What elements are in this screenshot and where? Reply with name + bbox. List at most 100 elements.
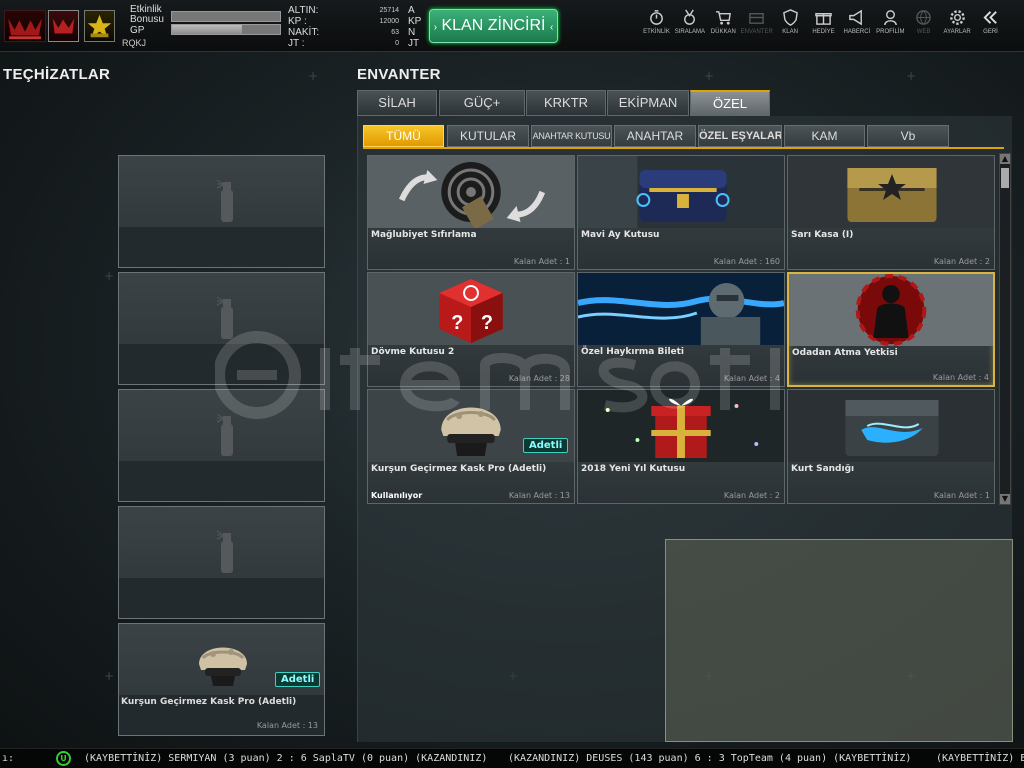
inventory-item-card[interactable]: Mavi Ay Kutusu Kalan Adet : 160 xyxy=(577,155,785,270)
helmet-icon xyxy=(199,647,247,686)
item-art xyxy=(368,156,574,228)
tab-sub[interactable]: KUTULAR xyxy=(447,125,529,147)
nav-back[interactable]: GERİ xyxy=(974,9,1007,35)
scroll-down-icon[interactable]: ▼ xyxy=(1000,494,1010,504)
tab-main[interactable]: EKİPMAN xyxy=(607,90,689,116)
nav-gift[interactable]: HEDİYE xyxy=(807,9,840,35)
ticker-segment: (KAZANDINIZ) DEUSES (143 puan) 6 : 3 Top… xyxy=(508,753,912,764)
nav-label: ETKİNLİK xyxy=(643,29,670,35)
slot-footer xyxy=(119,578,324,618)
equipment-slot-helmet[interactable]: Adetli Kurşun Geçirmez Kask Pro (Adetli)… xyxy=(118,623,325,736)
tab-main[interactable]: ÖZEL xyxy=(690,90,770,116)
nav-medal[interactable]: SIRALAMA xyxy=(673,9,706,35)
item-name: Sarı Kasa (I) xyxy=(791,230,854,240)
inventory-item-card[interactable]: Mağlubiyet Sıfırlama Kalan Adet : 1 xyxy=(367,155,575,270)
tab-main[interactable]: SİLAH xyxy=(357,90,437,116)
equipment-slot-empty[interactable] xyxy=(118,506,325,619)
item-art: ?? xyxy=(368,273,574,345)
nav-chest[interactable]: ENVANTER xyxy=(740,9,773,35)
scroll-thumb[interactable] xyxy=(1001,168,1009,188)
kick-icon xyxy=(789,274,993,346)
ticker-segment: (KAYBETTİNİZ) SERMIYAN (3 puan) 2 : 6 Sa… xyxy=(84,753,488,764)
nav-label: GERİ xyxy=(983,29,998,35)
decor-plus-icon: + xyxy=(104,669,115,683)
item-name: 2018 Yeni Yıl Kutusu xyxy=(581,464,686,474)
equipment-title: TEÇHİZATLAR xyxy=(3,66,111,83)
currency-row: ALTIN: 25714 A xyxy=(288,5,415,16)
klan-zinciri-button[interactable]: › KLAN ZİNCİRİ ‹ xyxy=(429,9,558,43)
tab-main[interactable]: GÜÇ+ xyxy=(439,90,525,116)
nav-label: HEDİYE xyxy=(812,29,835,35)
tab-main[interactable]: KRKTR xyxy=(526,90,606,116)
inventory-item-card[interactable]: Kurşun Geçirmez Kask Pro (Adetli) Kalan A… xyxy=(367,389,575,504)
tab-sub[interactable]: ANAHTAR xyxy=(614,125,696,147)
inventory-item-card[interactable]: Kurt Sandığı Kalan Adet : 1 xyxy=(787,389,995,504)
gear-icon xyxy=(949,10,965,25)
nav-megaphone[interactable]: HABERCİ xyxy=(840,9,873,35)
clan-logo[interactable] xyxy=(4,10,46,42)
nav-label: ENVANTER xyxy=(740,29,773,35)
tab-sub[interactable]: ÖZEL EŞYALAR xyxy=(698,125,782,147)
item-name: Mavi Ay Kutusu xyxy=(581,230,660,240)
red-cube-icon: ?? xyxy=(368,273,574,345)
nav-gear[interactable]: AYARLAR xyxy=(941,9,974,35)
tab-sub[interactable]: ANAHTAR KUTUSU xyxy=(531,125,612,147)
rank-insignia-icon[interactable] xyxy=(84,10,115,42)
inventory-item-card[interactable]: Odadan Atma Yetkisi Kalan Adet : 4 xyxy=(787,272,995,387)
spray-can-icon xyxy=(216,413,233,456)
inventory-item-card[interactable]: 2018 Yeni Yıl Kutusu Kalan Adet : 2 xyxy=(577,389,785,504)
scroll-up-icon[interactable]: ▲ xyxy=(1000,154,1010,164)
globe-icon xyxy=(916,10,932,25)
inventory-item-card[interactable]: Sarı Kasa (I) Kalan Adet : 2 xyxy=(787,155,995,270)
soldier-icon xyxy=(578,273,784,345)
chevron-left-icon: ‹ xyxy=(549,22,554,33)
match-ticker: ı: U (KAYBETTİNİZ) SERMIYAN (3 puan) 2 :… xyxy=(0,748,1024,768)
nav-shield[interactable]: KLAN xyxy=(774,9,807,35)
nav-globe[interactable]: WEB xyxy=(907,9,940,35)
item-count: Kalan Adet : 2 xyxy=(933,257,990,266)
svg-text:?: ? xyxy=(481,312,493,334)
back-icon xyxy=(983,11,997,24)
item-art xyxy=(578,390,784,462)
nav-label: DÜKKAN xyxy=(710,29,736,35)
nav-cart[interactable]: DÜKKAN xyxy=(707,9,740,35)
inventory-scrollbar[interactable]: ▲ ▼ xyxy=(999,153,1011,505)
inventory-item-card[interactable]: Özel Haykırma Bileti Kalan Adet : 4 xyxy=(577,272,785,387)
item-art xyxy=(578,156,784,228)
decor-plus-icon: + xyxy=(104,269,115,283)
nav-user[interactable]: PROFİLİM xyxy=(874,9,907,35)
inventory-item-card[interactable]: ?? Dövme Kutusu 2 Kalan Adet : 28 xyxy=(367,272,575,387)
blue-chest-icon xyxy=(578,156,784,228)
wolf-chest-icon xyxy=(788,390,994,462)
gp-label: GP xyxy=(130,25,145,36)
decor-plus-icon: + xyxy=(308,69,319,83)
currency-row: JT :0 JT xyxy=(288,38,420,49)
tab-sub[interactable]: TÜMÜ xyxy=(363,125,444,147)
clan-badge-icon[interactable] xyxy=(48,10,79,42)
nav-label: HABERCİ xyxy=(843,29,871,35)
item-count: Kalan Adet : 1 xyxy=(513,257,570,266)
subtab-underline xyxy=(363,147,1004,149)
equipment-slot-empty[interactable] xyxy=(118,155,325,268)
top-bar: RQKJ Etkinlik Bonusu GP ALTIN: 25714 A KP … xyxy=(0,0,1024,52)
item-name: Mağlubiyet Sıfırlama xyxy=(371,230,477,240)
tab-sub[interactable]: KAM xyxy=(784,125,865,147)
medal-icon xyxy=(684,9,696,25)
item-art xyxy=(789,274,993,346)
item-name: Kurşun Geçirmez Kask Pro (Adetli) xyxy=(371,464,547,474)
adetli-badge: Adetli xyxy=(523,438,569,453)
nav-stopwatch[interactable]: ETKİNLİK xyxy=(640,9,673,35)
stopwatch-icon xyxy=(650,10,663,25)
cart-icon xyxy=(715,11,731,25)
equipment-slot-empty[interactable] xyxy=(118,389,325,502)
currency-row: NAKİT: 63 N xyxy=(288,27,416,38)
chevron-right-icon: › xyxy=(433,22,438,33)
equipment-item-count: Kalan Adet : 13 xyxy=(256,721,318,730)
inventory-title: ENVANTER xyxy=(357,66,441,83)
equipment-slot-empty[interactable] xyxy=(118,272,325,385)
ticker-lead: ı: xyxy=(2,753,15,764)
gift-box-icon xyxy=(578,390,784,462)
tab-sub[interactable]: Vb xyxy=(867,125,949,147)
item-count: Kalan Adet : 160 xyxy=(713,257,780,266)
item-count: Kalan Adet : 4 xyxy=(723,374,780,383)
